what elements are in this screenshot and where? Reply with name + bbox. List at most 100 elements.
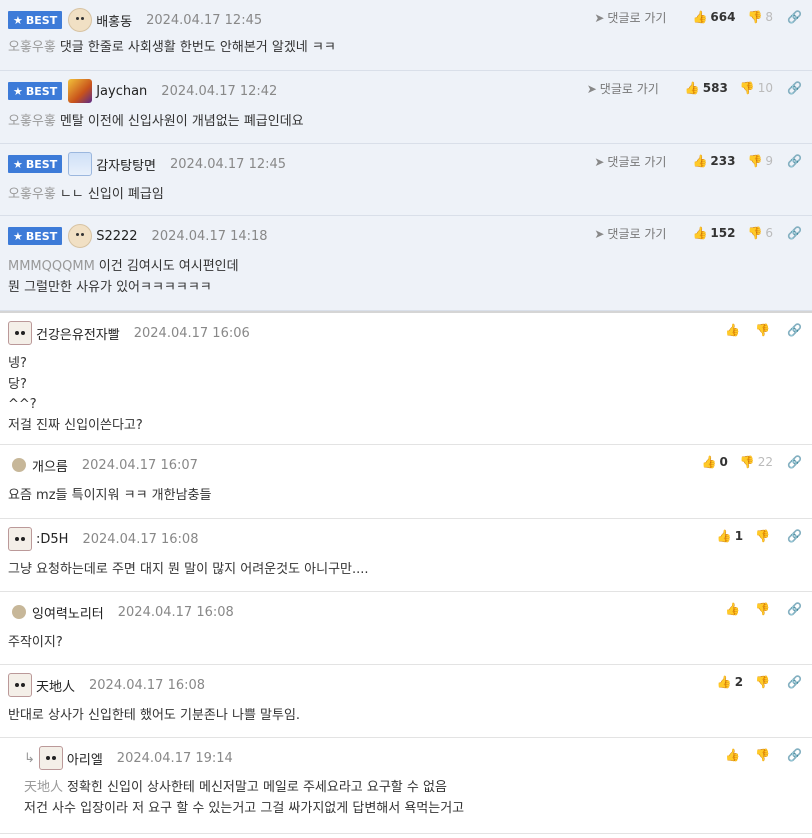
thumbs-up-icon: 👍 — [725, 602, 741, 616]
thumbs-down-icon: 👎 — [755, 529, 771, 543]
comment-line-text: 이건 김여시도 여시편인데 — [98, 259, 239, 274]
comment-line: 주작이지? — [8, 633, 63, 654]
downvote-count: 8 — [765, 10, 774, 24]
reply-target-nickname[interactable]: 오홓우홓 — [8, 40, 56, 55]
thumbs-up-icon: 👍 — [701, 455, 717, 469]
author-nickname[interactable]: 건강은유전자빨 — [36, 324, 120, 343]
comment-header: ★ BEST S2222 2024.04.17 14:18 — [8, 216, 268, 256]
downvote-button[interactable]: 👎 22 — [740, 455, 773, 469]
goto-comment-link[interactable]: ➤ 댓글로 가기 — [594, 225, 666, 242]
comment-date: 2024.04.17 19:14 — [116, 750, 233, 766]
upvote-button[interactable]: 👍 664 — [692, 10, 735, 24]
downvote-count: 9 — [765, 154, 774, 168]
comment-header: ↳ 아리엘 2024.04.17 19:14 — [24, 738, 233, 778]
author-nickname[interactable]: 감자탕탕면 — [96, 155, 156, 174]
best-badge: ★ BEST — [8, 11, 63, 29]
link-icon[interactable]: 🔗 — [787, 226, 802, 240]
upvote-button[interactable]: 👍 — [725, 323, 743, 337]
comment-header: 잉여력노리터 2024.04.17 16:08 — [8, 592, 234, 632]
thumbs-up-icon: 👍 — [725, 748, 741, 762]
goto-comment-link[interactable]: ➤ 댓글로 가기 — [594, 153, 666, 170]
downvote-button[interactable]: 👎 8 — [747, 10, 773, 24]
downvote-button[interactable]: 👎 — [755, 675, 773, 689]
blue-avatar-icon[interactable] — [68, 152, 93, 176]
comment-actions: ➤ 댓글로 가기 👍 233 👎 9 🔗 — [594, 144, 802, 178]
puppy-avatar-icon[interactable] — [8, 527, 32, 551]
comment-line: 저건 사수 입장이라 저 요구 할 수 있는거고 그걸 싸가지없게 답변해서 욕… — [24, 799, 464, 820]
comment-line: 넹? — [8, 354, 143, 375]
best-badge: ★ BEST — [8, 227, 63, 245]
send-arrow-icon: ➤ — [586, 81, 597, 96]
author-nickname[interactable]: 개으름 — [32, 456, 68, 475]
reply-target-nickname[interactable]: 오홓우홓 — [8, 114, 56, 129]
link-icon[interactable]: 🔗 — [787, 81, 802, 95]
goto-comment-link[interactable]: ➤ 댓글로 가기 — [594, 9, 666, 26]
author-nickname[interactable]: Jaychan — [96, 84, 147, 99]
downvote-button[interactable]: 👎 — [755, 529, 773, 543]
author-nickname[interactable]: 天地人 — [36, 676, 75, 695]
comment-line: 오홓우홓 댓글 한줄로 사회생활 한번도 안해본거 알겠네 ㅋㅋ — [8, 38, 336, 59]
downvote-button[interactable]: 👎 — [755, 602, 773, 616]
downvote-button[interactable]: 👎 9 — [747, 154, 773, 168]
upvote-button[interactable]: 👍 — [725, 748, 743, 762]
downvote-button[interactable]: 👎 — [755, 748, 773, 762]
author-nickname[interactable]: 잉여력노리터 — [32, 603, 104, 622]
link-icon[interactable]: 🔗 — [787, 675, 802, 689]
link-icon[interactable]: 🔗 — [787, 529, 802, 543]
reply-target-nickname[interactable]: MMMQQQMM — [8, 259, 95, 274]
comment-line: MMMQQQMM 이건 김여시도 여시편인데 — [8, 257, 239, 278]
puppy-avatar-icon[interactable] — [38, 746, 63, 770]
comment-actions: 👍 0 👎 22 🔗 — [690, 445, 803, 479]
puppy-avatar-icon[interactable] — [8, 321, 32, 345]
comment-text: 요즘 mz들 특이지워 ㅋㅋ 개한남충들 — [8, 486, 211, 507]
comment-date: 2024.04.17 16:08 — [89, 677, 206, 693]
comment-line-text: 멘탈 이전에 신입사원이 개념없는 폐급인데요 — [59, 114, 304, 129]
thumbs-down-icon: 👎 — [755, 748, 771, 762]
upvote-button[interactable]: 👍 2 — [717, 675, 743, 689]
dot-avatar-icon[interactable] — [12, 605, 26, 619]
upvote-button[interactable]: 👍 233 — [692, 154, 735, 168]
comment-actions: ➤ 댓글로 가기 👍 664 👎 8 🔗 — [594, 0, 802, 34]
comment-line-text: 저걸 진짜 신입이쓴다고? — [8, 417, 143, 433]
link-icon[interactable]: 🔗 — [787, 602, 802, 616]
link-icon[interactable]: 🔗 — [787, 455, 802, 469]
link-icon[interactable]: 🔗 — [787, 323, 802, 337]
comment-line-text: 그냥 요청하는데로 주면 대지 뭔 말이 많지 어려운것도 아니구만.... — [8, 562, 369, 577]
reply-target-nickname[interactable]: 오홓우홓 — [8, 187, 56, 202]
upvote-count: 2 — [734, 675, 744, 689]
author-nickname[interactable]: 아리엘 — [67, 749, 103, 768]
dog-icon[interactable] — [68, 224, 93, 248]
dot-avatar-icon[interactable] — [12, 458, 26, 472]
thumbs-down-icon: 👎 — [755, 602, 771, 616]
downvote-count: 10 — [757, 81, 774, 95]
upvote-button[interactable]: 👍 0 — [702, 455, 728, 469]
reply-target-nickname[interactable]: 天地人 — [24, 780, 63, 795]
author-nickname[interactable]: S2222 — [96, 229, 137, 244]
downvote-button[interactable]: 👎 — [755, 323, 773, 337]
author-nickname[interactable]: 배홍동 — [96, 11, 132, 30]
upvote-button[interactable]: 👍 — [725, 602, 743, 616]
comment: :D5H 2024.04.17 16:08 👍 1 👎 🔗 그냥 요청하는데로 주면 대지 … — [0, 519, 812, 592]
comment-line-text: 댓글 한줄로 사회생활 한번도 안해본거 알겠네 ㅋㅋ — [59, 40, 336, 55]
comment-date: 2024.04.17 14:18 — [151, 228, 268, 244]
link-icon[interactable]: 🔗 — [787, 10, 802, 24]
author-nickname[interactable]: :D5H — [36, 532, 68, 547]
upvote-button[interactable]: 👍 152 — [692, 226, 735, 240]
comment-actions: 👍 👎 🔗 — [713, 738, 802, 772]
dog-icon[interactable] — [68, 8, 93, 32]
goto-comment-link[interactable]: ➤ 댓글로 가기 — [587, 80, 659, 97]
puppy-avatar-icon[interactable] — [8, 673, 32, 697]
thumbs-up-icon: 👍 — [692, 226, 708, 240]
comment-line: 반대로 상사가 신입한테 했어도 기분존나 나쁠 말투임. — [8, 706, 300, 727]
comment-line-text: 뭔 그럴만한 사유가 있어ㅋㅋㅋㅋㅋㅋ — [8, 279, 212, 295]
link-icon[interactable]: 🔗 — [787, 748, 802, 762]
upvote-button[interactable]: 👍 1 — [717, 529, 743, 543]
thumbs-down-icon: 👎 — [755, 323, 771, 337]
downvote-button[interactable]: 👎 10 — [740, 81, 773, 95]
comment-line-text: 저건 사수 입장이라 저 요구 할 수 있는거고 그걸 싸가지없게 답변해서 욕… — [24, 800, 465, 816]
link-icon[interactable]: 🔗 — [787, 154, 802, 168]
downvote-button[interactable]: 👎 6 — [747, 226, 773, 240]
flame-avatar-icon[interactable] — [68, 79, 93, 103]
comment-date: 2024.04.17 16:08 — [117, 604, 234, 620]
upvote-button[interactable]: 👍 583 — [685, 81, 728, 95]
